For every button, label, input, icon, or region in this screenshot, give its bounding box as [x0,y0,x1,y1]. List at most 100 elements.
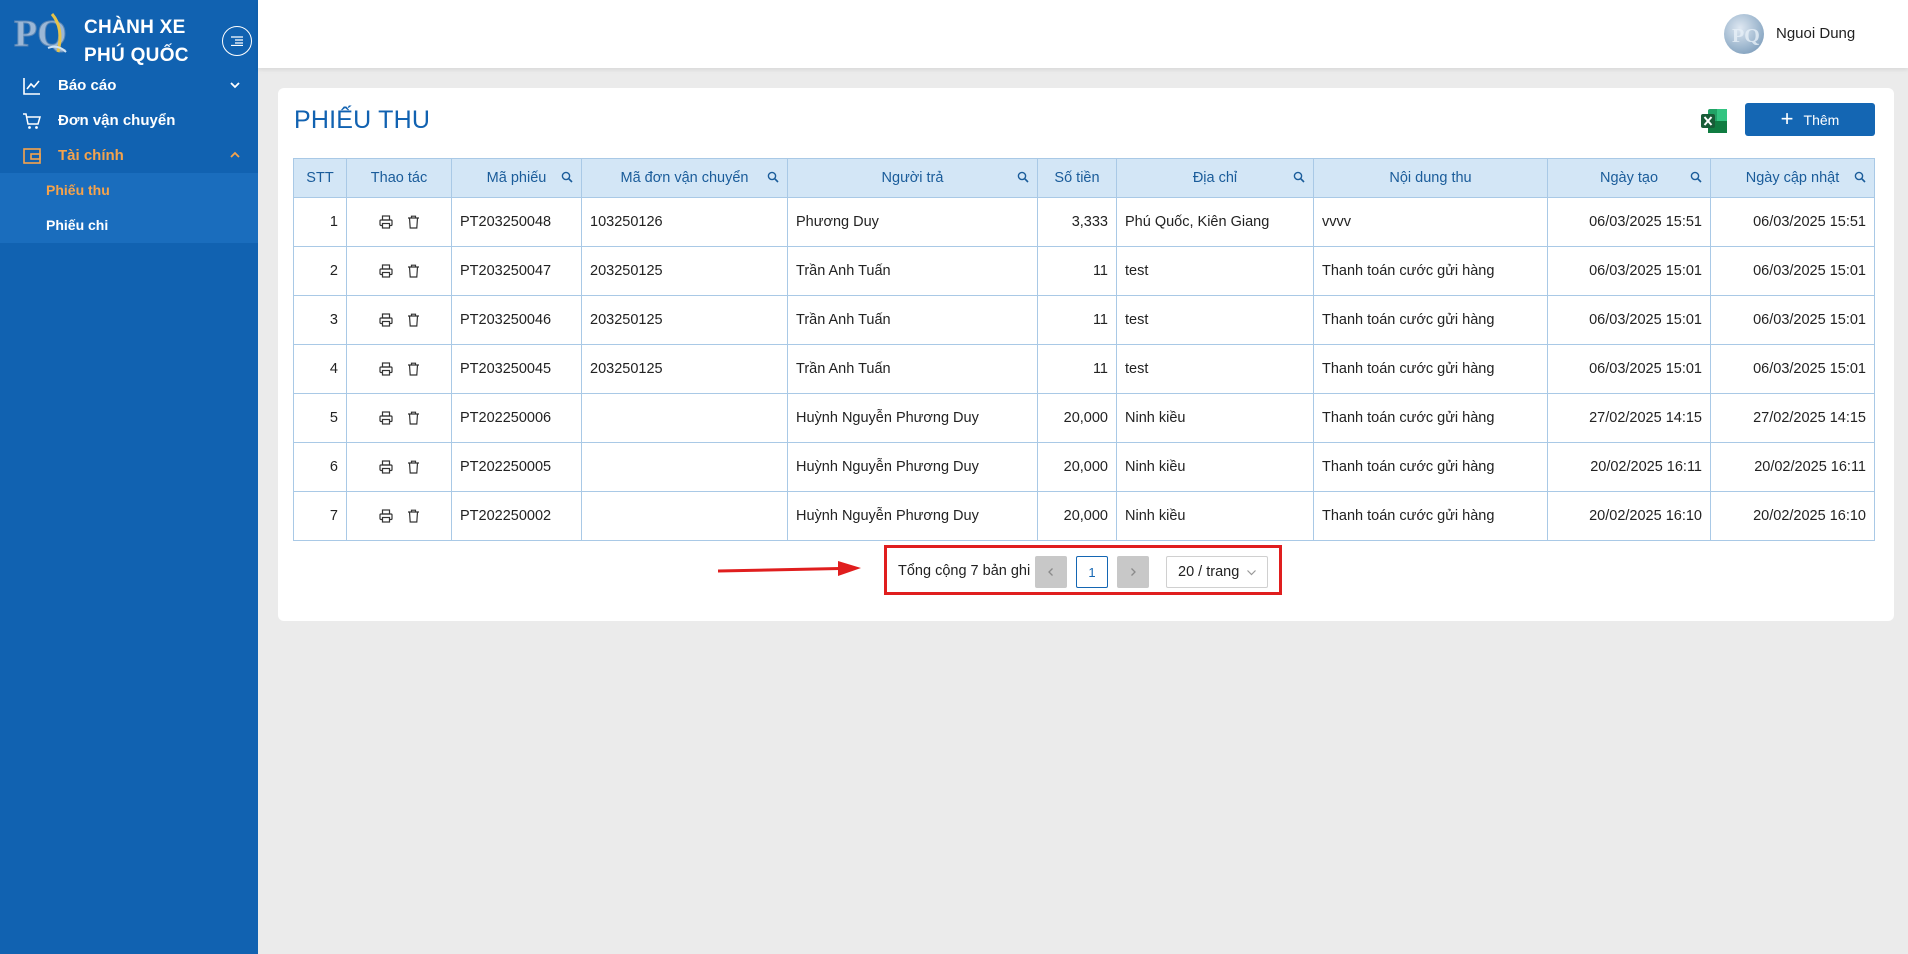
print-icon[interactable] [378,509,393,523]
print-icon[interactable] [378,411,393,425]
side-menu: Báo cáo Đơn vận chuyển Tài chính Phiếu t… [0,68,258,243]
next-page-button[interactable] [1117,556,1149,588]
cell-created: 27/02/2025 14:15 [1547,393,1711,443]
cell-order: 203250125 [581,344,788,394]
cell-updated: 27/02/2025 14:15 [1710,393,1875,443]
delete-icon[interactable] [407,362,420,376]
cell-payer: Huỳnh Nguyễn Phương Duy [787,442,1038,492]
sidebar-subitem-label: Phiếu chi [46,217,109,233]
chevron-down-icon [230,82,240,89]
cell-content: Thanh toán cước gửi hàng [1313,491,1548,541]
line-chart-icon [23,78,40,95]
cell-order [581,491,788,541]
table-row: 1 PT203250048 103250126 Phương Duy 3,333… [293,197,1875,247]
column-header-updated: Ngày cập nhật [1710,158,1875,198]
column-header-stt: STT [293,158,347,198]
page-title: PHIẾU THU [294,106,431,134]
brand: PQ CHÀNH XE PHÚ QUỐC [12,8,252,66]
cell-code: PT202250002 [451,491,582,541]
delete-icon[interactable] [407,313,420,327]
cell-created: 06/03/2025 15:01 [1547,246,1711,296]
chevron-down-icon [1247,570,1256,576]
column-header-amount: Số tiền [1037,158,1117,198]
sidebar: PQ CHÀNH XE PHÚ QUỐC Báo cáo Đơn vận chu… [0,0,258,954]
user-name[interactable]: Nguoi Dung [1776,25,1855,42]
sidebar-item-label: Đơn vận chuyển [58,112,176,129]
column-header-order: Mã đơn vận chuyển [581,158,788,198]
logo-icon: PQ [14,13,68,56]
delete-icon[interactable] [407,264,420,278]
print-icon[interactable] [378,460,393,474]
receipts-table: STT Thao tác Mã phiếu Mã đơn vận chuyển … [293,158,1875,541]
print-icon[interactable] [378,264,393,278]
sidebar-item-label: Báo cáo [58,77,117,94]
page-size-select[interactable]: 20 / trang [1166,556,1268,588]
column-header-actions: Thao tác [346,158,452,198]
search-icon[interactable] [1690,171,1702,183]
export-excel-button[interactable] [1700,108,1728,134]
sidebar-item-finance[interactable]: Tài chính [0,138,258,173]
avatar-image-icon: PQ [1732,25,1760,47]
search-icon[interactable] [1293,171,1305,183]
cell-address: test [1116,246,1314,296]
cell-address: test [1116,344,1314,394]
print-icon[interactable] [378,313,393,327]
cell-payer: Trần Anh Tuấn [787,295,1038,345]
cell-actions [346,393,452,443]
cell-order [581,393,788,443]
delete-icon[interactable] [407,411,420,425]
column-header-code: Mã phiếu [451,158,582,198]
sidebar-subitem-label: Phiếu thu [46,182,110,198]
cell-content: Thanh toán cước gửi hàng [1313,442,1548,492]
search-icon[interactable] [561,171,573,183]
search-icon[interactable] [767,171,779,183]
cell-address: Ninh kiều [1116,393,1314,443]
delete-icon[interactable] [407,215,420,229]
search-icon[interactable] [1854,171,1866,183]
table-row: 2 PT203250047 203250125 Trần Anh Tuấn 11… [293,246,1875,296]
page-number-button[interactable]: 1 [1076,556,1108,588]
sidebar-item-reports[interactable]: Báo cáo [0,68,258,103]
search-icon[interactable] [1017,171,1029,183]
cell-code: PT203250047 [451,246,582,296]
cell-actions [346,344,452,394]
delete-icon[interactable] [407,460,420,474]
add-button-label: Thêm [1803,111,1840,128]
cell-order: 203250125 [581,246,788,296]
cell-actions [346,491,452,541]
delete-icon[interactable] [407,509,420,523]
cell-actions [346,197,452,247]
cell-stt: 1 [293,197,347,247]
cell-content: Thanh toán cước gửi hàng [1313,344,1548,394]
table-row: 3 PT203250046 203250125 Trần Anh Tuấn 11… [293,295,1875,345]
sidebar-subitem-receipts[interactable]: Phiếu thu [0,173,258,208]
cell-created: 06/03/2025 15:01 [1547,295,1711,345]
sidebar-subitem-payments[interactable]: Phiếu chi [0,208,258,243]
cell-amount: 20,000 [1037,491,1117,541]
table-body: 1 PT203250048 103250126 Phương Duy 3,333… [293,197,1875,541]
avatar[interactable]: PQ [1724,14,1764,54]
page-size-value: 20 / trang [1178,564,1240,580]
cell-code: PT203250046 [451,295,582,345]
content-card: PHIẾU THU + Thêm STT Thao tác Mã phiếu M… [278,88,1894,621]
sidebar-item-label: Tài chính [58,147,124,164]
finance-submenu: Phiếu thu Phiếu chi [0,173,258,243]
menu-toggle-button[interactable] [222,26,252,56]
print-icon[interactable] [378,362,393,376]
cell-stt: 5 [293,393,347,443]
menu-collapse-icon [231,36,243,46]
cell-address: Ninh kiều [1116,442,1314,492]
cell-amount: 11 [1037,295,1117,345]
top-header: PQ Nguoi Dung [258,0,1908,68]
previous-page-button[interactable] [1035,556,1067,588]
cell-content: Thanh toán cước gửi hàng [1313,295,1548,345]
cell-payer: Huỳnh Nguyễn Phương Duy [787,393,1038,443]
cell-updated: 06/03/2025 15:01 [1710,295,1875,345]
add-button[interactable]: + Thêm [1745,103,1875,136]
cell-stt: 7 [293,491,347,541]
table-header-row: STT Thao tác Mã phiếu Mã đơn vận chuyển … [293,158,1875,198]
print-icon[interactable] [378,215,393,229]
cell-payer: Trần Anh Tuấn [787,246,1038,296]
sidebar-item-shipments[interactable]: Đơn vận chuyển [0,103,258,138]
table-row: 4 PT203250045 203250125 Trần Anh Tuấn 11… [293,344,1875,394]
